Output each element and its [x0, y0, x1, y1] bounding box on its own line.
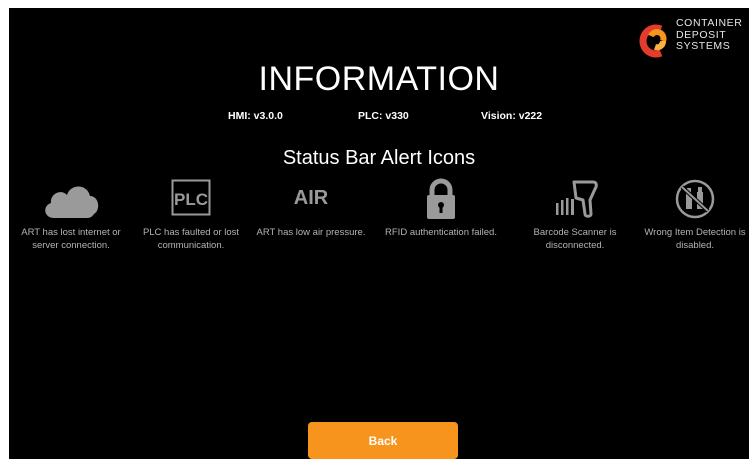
version-info: HMI: v3.0.0 PLC: v330 Vision: v222 [9, 110, 749, 126]
alert-label: PLC has faulted or lost communication. [142, 227, 240, 251]
alert-item-scanner: Barcode Scanner is disconnected. [515, 178, 635, 252]
air-icon: AIR [294, 187, 329, 209]
alert-label: ART has lost internet or server connecti… [21, 227, 121, 251]
alert-item-rfid: RFID authentication failed. [381, 178, 501, 239]
back-button[interactable]: Back [308, 422, 458, 459]
logo-mark-icon [639, 24, 667, 58]
lock-icon [427, 178, 455, 219]
hmi-screen: CONTAINER DEPOSIT SYSTEMS INFORMATION HM… [9, 8, 749, 459]
alert-item-plc: PLC PLC has faulted or lost communicatio… [131, 178, 251, 252]
alert-item-detection: Wrong Item Detection is disabled. [635, 178, 749, 252]
alert-item-internet: ART has lost internet or server connecti… [11, 178, 131, 252]
alert-label: RFID authentication failed. [385, 227, 497, 238]
alert-label: ART has low air pressure. [256, 227, 366, 238]
logo-text-line1: CONTAINER [676, 17, 743, 29]
hmi-version: HMI: v3.0.0 [228, 110, 283, 122]
plc-icon: PLC [171, 179, 211, 216]
air-icon-text: AIR [294, 187, 329, 209]
alert-label: Wrong Item Detection is disabled. [644, 227, 746, 251]
no-bottles-icon [675, 179, 715, 219]
company-logo: CONTAINER DEPOSIT SYSTEMS [639, 16, 749, 62]
plc-version: PLC: v330 [358, 110, 409, 122]
cloud-icon [45, 186, 99, 218]
logo-text-line3: SYSTEMS [676, 40, 731, 52]
plc-icon-text: PLC [174, 190, 208, 209]
alert-label: Barcode Scanner is disconnected. [533, 227, 617, 251]
section-heading: Status Bar Alert Icons [282, 147, 476, 169]
barcode-scanner-icon [556, 180, 598, 218]
alert-item-air: AIR ART has low air pressure. [251, 178, 371, 239]
page-title: INFORMATION [258, 60, 500, 98]
vision-version: Vision: v222 [481, 110, 543, 122]
